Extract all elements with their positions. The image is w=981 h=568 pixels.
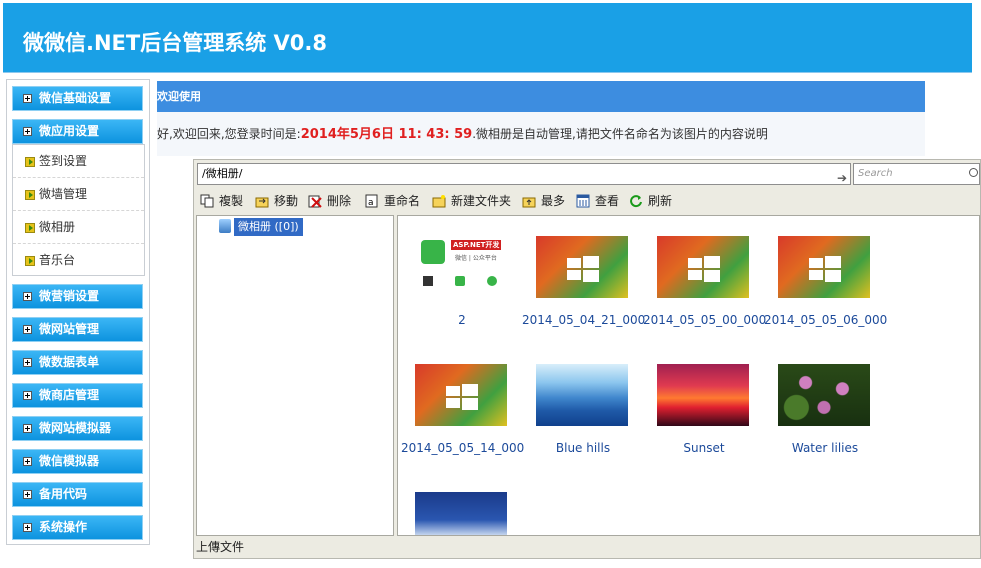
windows-wallpaper-thumb [778, 236, 870, 298]
file-list: ASP.NET开发 微信 | 公众平台 2 2014_05_04_21_000 … [397, 215, 980, 536]
menu-wechat-basic[interactable]: 微信基础设置 [12, 86, 143, 111]
delete-button[interactable]: 刪除 [308, 192, 351, 210]
windows-wallpaper-thumb [657, 236, 749, 298]
file-item[interactable]: Sunset [643, 356, 761, 466]
file-name: 2014_05_04_21_000 [522, 313, 646, 327]
file-item[interactable]: Water lilies [764, 356, 882, 466]
expand-icon [23, 523, 32, 532]
windows-logo-icon [446, 384, 478, 410]
submenu-album[interactable]: 微相册 [13, 211, 144, 244]
sunset-thumb [657, 364, 749, 426]
file-name: Blue hills [555, 441, 611, 455]
file-item[interactable]: 2014_05_05_00_000 [643, 228, 766, 338]
rename-button[interactable]: a 重命名 [365, 192, 420, 210]
svg-text:a: a [368, 198, 374, 208]
search-input[interactable]: Search [853, 163, 980, 185]
refresh-button[interactable]: 刷新 [629, 192, 672, 210]
app-title: 微微信.NET后台管理系统 V0.8 [23, 31, 327, 55]
folder-tree: 微相册 ([0]) [196, 215, 394, 536]
app-header: 微微信.NET后台管理系统 V0.8 [3, 3, 972, 73]
blue-hills-thumb [536, 364, 628, 426]
file-name: Water lilies [791, 441, 859, 455]
arrow-icon [25, 223, 35, 233]
go-arrow-icon[interactable]: ➔ [837, 168, 847, 188]
menu-forms[interactable]: 微数据表单 [12, 350, 143, 375]
expand-icon [23, 391, 32, 400]
upload-link[interactable]: 上傳文件 [196, 538, 244, 555]
expand-icon [23, 325, 32, 334]
menu-micro-apps[interactable]: 微应用设置 [12, 119, 143, 144]
arrow-icon [25, 157, 35, 167]
submenu-music[interactable]: 音乐台 [13, 244, 144, 277]
windows-logo-icon [567, 256, 599, 282]
refresh-icon [629, 194, 643, 208]
move-icon [255, 194, 269, 208]
submenu-checkin[interactable]: 签到设置 [13, 145, 144, 178]
file-manager: /微相册/➔ Search 複製 移動 刪除 a 重命名 新建文件夹 最多 查看 … [193, 159, 981, 559]
folder-up-icon [522, 194, 536, 208]
file-item[interactable]: 2014_05_05_14_000 [401, 356, 524, 466]
expand-icon [23, 94, 32, 103]
menu-marketing[interactable]: 微营销设置 [12, 284, 143, 309]
login-info: 好,欢迎回来,您登录时间是:2014年5月6日 11: 43: 59.微相册是自… [157, 112, 925, 156]
menu-system[interactable]: 系统操作 [12, 515, 143, 540]
rename-icon: a [365, 194, 379, 208]
file-item[interactable] [401, 484, 519, 535]
file-item[interactable]: Blue hills [522, 356, 640, 466]
copy-button[interactable]: 複製 [200, 192, 243, 210]
file-item[interactable]: 2014_05_05_06_000 [764, 228, 887, 338]
new-folder-button[interactable]: 新建文件夹 [432, 192, 511, 210]
delete-icon [308, 194, 322, 208]
expand-icon [23, 358, 32, 367]
view-button[interactable]: 查看 [576, 192, 619, 210]
expand-icon [23, 127, 32, 136]
windows-wallpaper-thumb [415, 364, 507, 426]
file-name: 2014_05_05_00_000 [643, 313, 767, 327]
view-icon [576, 194, 590, 208]
expand-icon [23, 457, 32, 466]
new-folder-icon [432, 194, 446, 208]
expand-icon [23, 424, 32, 433]
windows-logo-icon [809, 256, 841, 282]
tree-node-album[interactable]: 微相册 ([0]) [234, 218, 303, 236]
submenu: 签到设置 微墙管理 微相册 音乐台 [12, 144, 145, 276]
file-name: 2014_05_05_06_000 [764, 313, 888, 327]
file-name: 2014_05_05_14_000 [401, 441, 525, 455]
expand-icon [23, 292, 32, 301]
file-name: Sunset [683, 441, 725, 455]
water-lilies-thumb [778, 364, 870, 426]
copy-icon [200, 194, 214, 208]
file-item[interactable]: 2014_05_04_21_000 [522, 228, 645, 338]
qr-icon: ASP.NET开发 微信 | 公众平台 [415, 236, 507, 298]
welcome-bar: 欢迎使用 [157, 81, 925, 112]
sidebar: 微信基础设置 微应用设置 签到设置 微墙管理 微相册 音乐台 微营销设置 微网站… [6, 79, 150, 545]
folder-icon [219, 219, 231, 233]
windows-logo-icon [688, 256, 720, 282]
search-icon[interactable] [969, 168, 978, 177]
arrow-icon [25, 256, 35, 266]
file-name: 2 [458, 313, 466, 327]
max-button[interactable]: 最多 [522, 192, 565, 210]
expand-icon [23, 490, 32, 499]
submenu-wall[interactable]: 微墙管理 [13, 178, 144, 211]
toolbar: 複製 移動 刪除 a 重命名 新建文件夹 最多 查看 刷新 [194, 189, 980, 213]
menu-site-simulator[interactable]: 微网站模拟器 [12, 416, 143, 441]
arrow-icon [25, 190, 35, 200]
path-input[interactable]: /微相册/➔ [197, 163, 851, 185]
login-time: 2014年5月6日 11: 43: 59 [300, 127, 473, 142]
menu-backup-code[interactable]: 备用代码 [12, 482, 143, 507]
winter-thumb [415, 492, 507, 535]
move-button[interactable]: 移動 [255, 192, 298, 210]
menu-shop[interactable]: 微商店管理 [12, 383, 143, 408]
file-item[interactable]: ASP.NET开发 微信 | 公众平台 2 [401, 228, 519, 338]
menu-website[interactable]: 微网站管理 [12, 317, 143, 342]
menu-wechat-simulator[interactable]: 微信模拟器 [12, 449, 143, 474]
windows-wallpaper-thumb [536, 236, 628, 298]
